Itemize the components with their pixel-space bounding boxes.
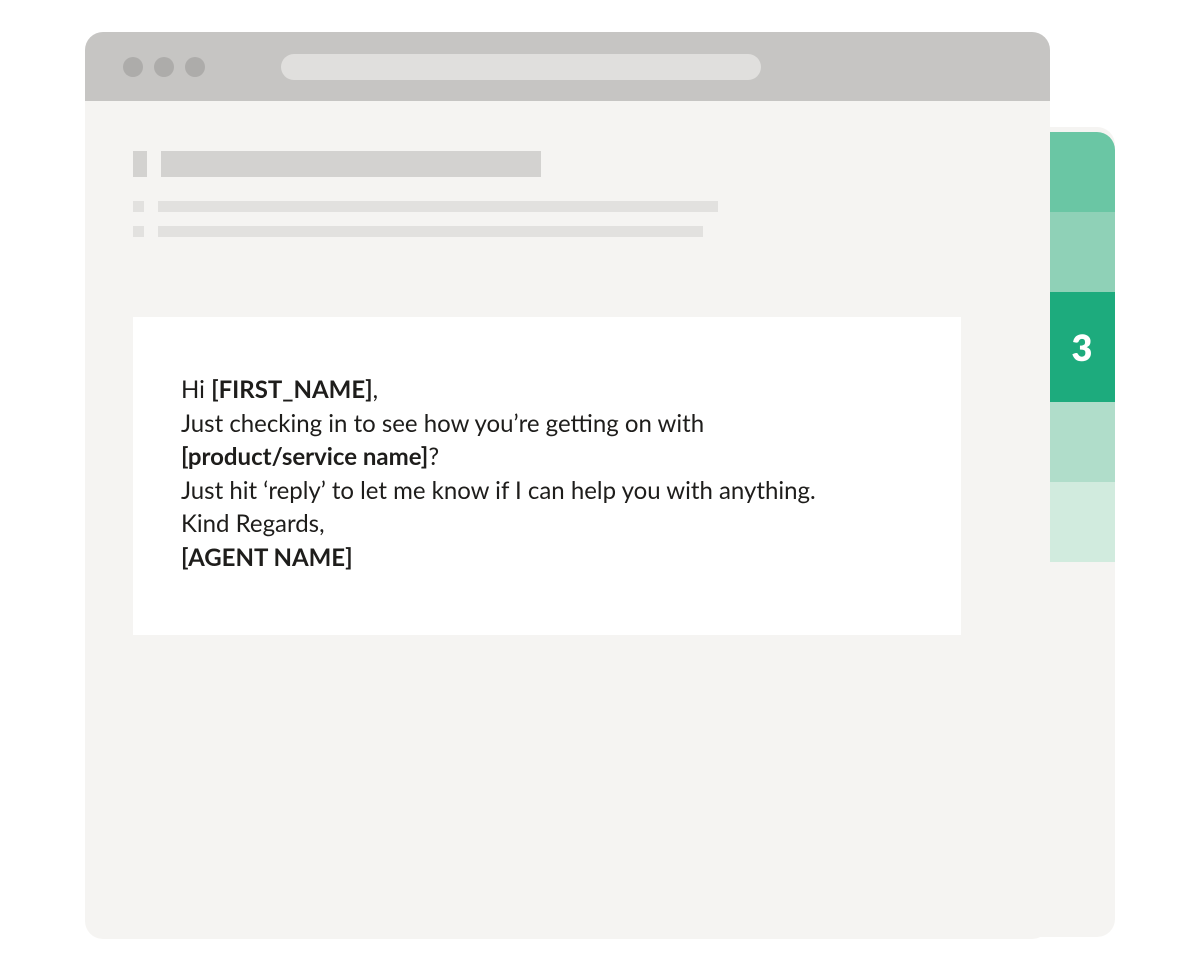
title-bar bbox=[85, 32, 1050, 101]
header-placeholder-row-2 bbox=[133, 201, 1002, 212]
window-body: Hi [FIRST_NAME], Just checking in to see… bbox=[85, 101, 1050, 635]
placeholder-bullet-1 bbox=[133, 151, 147, 177]
placeholder-bullet-3 bbox=[133, 226, 144, 237]
first-name-token: [FIRST_NAME] bbox=[211, 375, 373, 404]
email-greeting: Hi [FIRST_NAME], bbox=[181, 373, 913, 407]
tab-4[interactable] bbox=[1049, 402, 1115, 482]
browser-window: Hi [FIRST_NAME], Just checking in to see… bbox=[85, 32, 1050, 939]
email-checkin-line: Just checking in to see how you’re getti… bbox=[181, 407, 913, 441]
greeting-suffix: , bbox=[373, 375, 378, 404]
maximize-icon[interactable] bbox=[185, 57, 205, 77]
email-reply-line: Just hit ‘reply’ to let me know if I can… bbox=[181, 474, 913, 508]
email-signoff: Kind Regards, bbox=[181, 507, 913, 541]
header-placeholder-row-1 bbox=[133, 151, 1002, 177]
agent-name-token: [AGENT NAME] bbox=[181, 541, 913, 575]
product-suffix: ? bbox=[428, 442, 439, 471]
close-icon[interactable] bbox=[123, 57, 143, 77]
placeholder-bullet-2 bbox=[133, 201, 144, 212]
header-placeholder-row-3 bbox=[133, 226, 1002, 237]
email-product-line: [product/service name]? bbox=[181, 440, 913, 474]
tab-3-active[interactable]: 3 bbox=[1049, 292, 1115, 402]
email-content-card: Hi [FIRST_NAME], Just checking in to see… bbox=[133, 317, 961, 635]
placeholder-line-1 bbox=[158, 201, 718, 212]
address-bar[interactable] bbox=[281, 54, 761, 80]
minimize-icon[interactable] bbox=[154, 57, 174, 77]
placeholder-title-bar bbox=[161, 151, 541, 177]
tab-2[interactable] bbox=[1049, 212, 1115, 292]
traffic-lights bbox=[123, 57, 205, 77]
greeting-prefix: Hi bbox=[181, 375, 211, 404]
tab-5[interactable] bbox=[1049, 482, 1115, 562]
tab-stack: 3 bbox=[1049, 132, 1115, 562]
tab-1[interactable] bbox=[1049, 132, 1115, 212]
placeholder-line-2 bbox=[158, 226, 703, 237]
product-service-token: [product/service name] bbox=[181, 442, 428, 471]
